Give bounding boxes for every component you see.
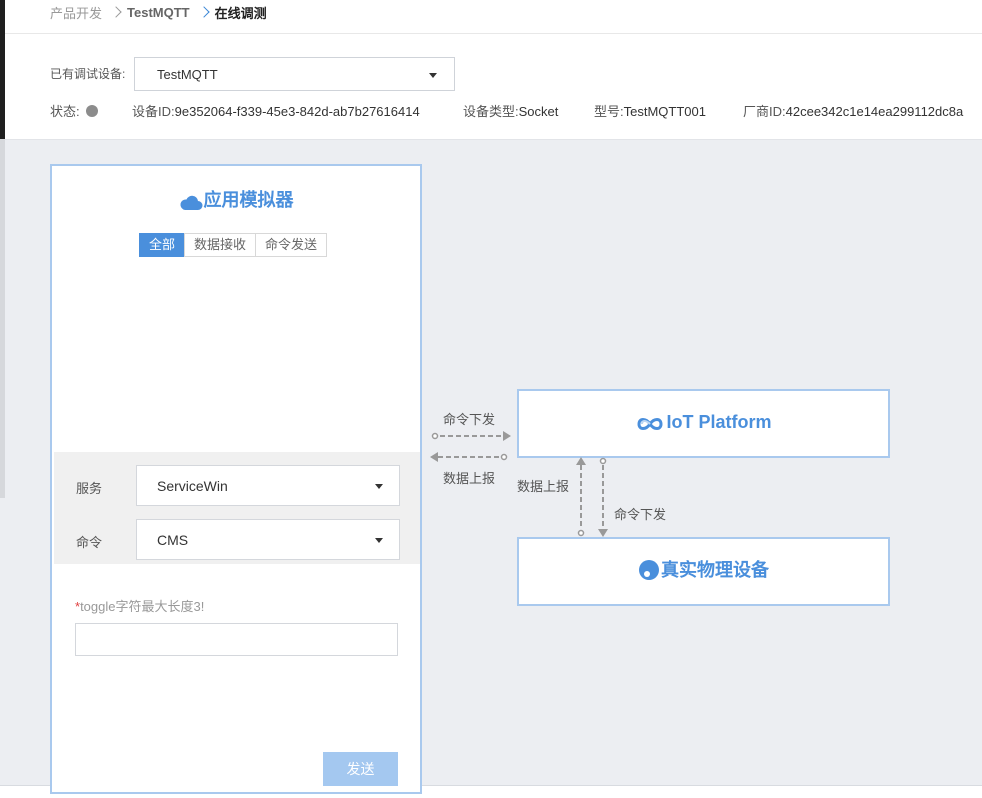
vendor-id-value: 42cee342c1e14ea299112dc8a: [785, 104, 964, 119]
field-hint: *toggle字符最大长度3!: [75, 596, 204, 615]
model-label: 型号:: [594, 104, 624, 119]
vendor-id-label: 厂商ID:: [743, 104, 786, 119]
service-value: ServiceWin: [157, 478, 228, 494]
breadcrumb-product[interactable]: TestMQTT: [127, 5, 190, 20]
device-type-field: 设备类型:Socket: [463, 101, 558, 120]
send-button[interactable]: 发送: [323, 752, 398, 786]
infinity-icon: [637, 418, 663, 430]
header-divider: [5, 33, 982, 34]
service-select[interactable]: ServiceWin: [136, 465, 400, 506]
caret-down-icon: [375, 484, 383, 489]
flow-label-data-up-device: 数据上报: [517, 479, 570, 494]
left-edge-dark: [0, 0, 5, 139]
simulator-tabs: 全部 数据接收 命令发送: [139, 233, 328, 257]
tab-all[interactable]: 全部: [139, 233, 186, 257]
app-simulator-panel: 应用模拟器 全部 数据接收 命令发送 服务 ServiceWin 命令 CMS …: [50, 164, 422, 794]
debug-device-value: TestMQTT: [157, 67, 218, 82]
flow-label-command-down-device: 命令下发: [614, 507, 667, 522]
breadcrumb-current: 在线调测: [214, 5, 267, 21]
iot-platform-title: IoT Platform: [666, 412, 772, 432]
device-type-label: 设备类型:: [463, 104, 519, 119]
tab-data-receive[interactable]: 数据接收: [184, 233, 257, 257]
device-id-value: 9e352064-f339-45e3-842d-ab7b27616414: [174, 104, 420, 119]
vendor-id-field: 厂商ID:42cee342c1e14ea299112dc8a: [743, 101, 963, 120]
tab-command-send[interactable]: 命令发送: [255, 233, 328, 257]
command-label: 命令: [76, 535, 103, 550]
breadcrumb-product-dev[interactable]: 产品开发: [50, 3, 102, 22]
simulator-title-text: 应用模拟器: [203, 190, 294, 210]
hint-text: toggle字符最大长度3!: [80, 599, 205, 614]
simulator-title: 应用模拟器: [52, 186, 420, 212]
flow-label-data-up-app: 数据上报: [443, 471, 496, 486]
debug-device-label: 已有调试设备:: [50, 67, 126, 81]
device-type-value: Socket: [518, 104, 559, 119]
device-id-field: 设备ID:9e352064-f339-45e3-842d-ab7b2761641…: [132, 101, 420, 120]
debug-device-select[interactable]: TestMQTT: [134, 57, 455, 91]
model-field: 型号:TestMQTT001: [594, 101, 706, 120]
command-value: CMS: [157, 532, 189, 548]
service-label: 服务: [76, 481, 103, 496]
flow-label-command-down-app: 命令下发: [443, 412, 496, 427]
toggle-value-input[interactable]: [75, 623, 398, 656]
device-id-label: 设备ID:: [132, 104, 175, 119]
status-dot-icon: [85, 105, 98, 117]
device-dot-icon: [639, 560, 659, 580]
iot-platform-box: IoT Platform: [517, 389, 890, 458]
physical-device-title: 真实物理设备: [661, 560, 769, 580]
caret-down-icon: [375, 538, 383, 543]
caret-down-icon: [429, 73, 437, 78]
status-label: 状态:: [50, 104, 80, 119]
physical-device-box: 真实物理设备: [517, 537, 890, 606]
cloud-icon: [179, 195, 202, 210]
model-value: TestMQTT001: [623, 104, 706, 119]
breadcrumb-chevron-icon: [110, 6, 122, 18]
command-form-band: 服务 ServiceWin 命令 CMS: [54, 452, 420, 564]
breadcrumb-chevron-icon: [197, 6, 210, 18]
breadcrumb: 产品开发 TestMQTT 在线调测: [50, 2, 267, 22]
command-select[interactable]: CMS: [136, 519, 400, 560]
status-field: 状态:: [50, 101, 98, 120]
